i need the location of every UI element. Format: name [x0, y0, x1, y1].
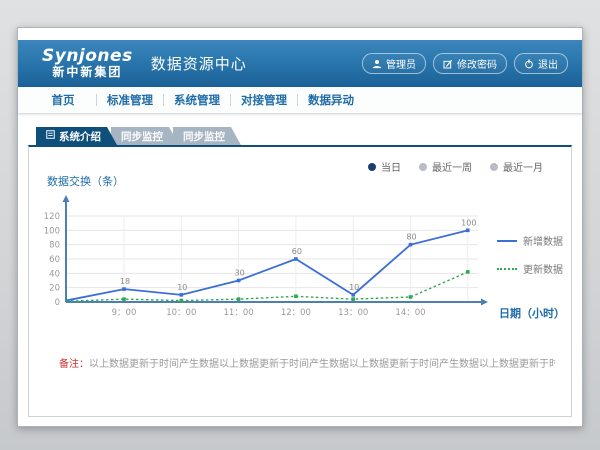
logout-button[interactable]: 退出 — [514, 53, 568, 74]
page-card: Synjones 新中新集团 数据资源中心 管理员 修改密码 退出 — [17, 27, 583, 427]
footnote-prefix: 备注： — [59, 359, 89, 370]
document-icon — [46, 130, 55, 142]
svg-text:10：00: 10：00 — [166, 308, 196, 318]
brand-logo: Synjones 新中新集团 — [42, 48, 133, 78]
user-label: 管理员 — [386, 56, 416, 71]
svg-text:11：00: 11：00 — [224, 308, 254, 318]
svg-text:10: 10 — [349, 283, 359, 292]
radio-unselected-icon — [419, 163, 427, 171]
tab-sync-monitor-1[interactable]: 同步监控 — [111, 127, 179, 145]
svg-text:100: 100 — [44, 226, 60, 236]
svg-text:0: 0 — [55, 298, 60, 308]
tab-label: 同步监控 — [121, 129, 163, 144]
nav-item-system-mgmt[interactable]: 系统管理 — [164, 92, 230, 108]
header-actions: 管理员 修改密码 退出 — [362, 53, 568, 74]
content-panel: 当日 最近一周 最近一月 数据交换（条） 0 20 40 60 80 100 120 9：00… — [28, 145, 572, 417]
svg-text:14：00: 14：00 — [395, 308, 425, 318]
tab-label: 系统介绍 — [59, 129, 101, 144]
dotted-line-swatch-icon — [497, 268, 517, 270]
solid-line-swatch-icon — [497, 240, 517, 242]
radio-today[interactable]: 当日 — [368, 159, 401, 174]
header-bar: Synjones 新中新集团 数据资源中心 管理员 修改密码 退出 — [18, 40, 582, 87]
svg-text:9：00: 9：00 — [112, 308, 137, 318]
brand-logo-chinese: 新中新集团 — [42, 66, 133, 79]
logout-label: 退出 — [538, 56, 558, 71]
nav-item-standard-mgmt[interactable]: 标准管理 — [97, 92, 163, 108]
edit-icon — [443, 59, 453, 69]
svg-text:40: 40 — [49, 269, 60, 279]
svg-text:13：00: 13：00 — [338, 308, 368, 318]
radio-label: 最近一周 — [432, 159, 472, 174]
line-chart: 0 20 40 60 80 100 120 9：00 10：00 11：00 12：00 13：00 1… — [41, 192, 491, 322]
radio-selected-icon — [368, 163, 376, 171]
x-axis-title: 日期（小时） — [499, 305, 565, 321]
legend-label: 新增数据 — [523, 233, 563, 248]
svg-text:18: 18 — [120, 277, 130, 286]
svg-text:30: 30 — [235, 269, 245, 278]
nav-item-docking-mgmt[interactable]: 对接管理 — [231, 92, 297, 108]
chart-legend: 新增数据 更新数据 — [497, 233, 563, 276]
radio-label: 当日 — [381, 159, 401, 174]
svg-text:80: 80 — [49, 241, 60, 251]
time-range-filter: 当日 最近一周 最近一月 — [368, 159, 543, 174]
tab-label: 同步监控 — [183, 129, 225, 144]
change-password-label: 修改密码 — [457, 56, 497, 71]
svg-text:10: 10 — [177, 283, 187, 292]
radio-unselected-icon — [490, 163, 498, 171]
legend-label: 更新数据 — [523, 261, 563, 276]
svg-text:60: 60 — [292, 247, 302, 256]
radio-last-week[interactable]: 最近一周 — [419, 159, 472, 174]
nav-item-home[interactable]: 首页 — [30, 92, 96, 108]
main-nav: 首页 标准管理 系统管理 对接管理 数据异动 — [18, 87, 582, 114]
change-password-button[interactable]: 修改密码 — [433, 53, 507, 74]
tab-sync-monitor-2[interactable]: 同步监控 — [173, 127, 241, 145]
page-title: 数据资源中心 — [151, 53, 247, 74]
footnote-text: 以上数据更新于时间产生数据以上数据更新于时间产生数据以上数据更新于时间产生数据以… — [89, 359, 555, 370]
nav-item-data-change[interactable]: 数据异动 — [298, 92, 364, 108]
brand-logo-latin: Synjones — [42, 48, 133, 66]
user-icon — [372, 59, 382, 69]
legend-item-new-data: 新增数据 — [497, 233, 563, 248]
svg-text:60: 60 — [49, 255, 60, 265]
radio-label: 最近一月 — [503, 159, 543, 174]
user-button[interactable]: 管理员 — [362, 53, 426, 74]
power-icon — [524, 59, 534, 69]
y-axis-title: 数据交换（条） — [47, 173, 124, 189]
svg-text:80: 80 — [406, 233, 416, 242]
svg-text:12：00: 12：00 — [281, 308, 311, 318]
svg-text:120: 120 — [44, 212, 60, 222]
svg-text:100: 100 — [461, 218, 476, 227]
footnote: 备注：以上数据更新于时间产生数据以上数据更新于时间产生数据以上数据更新于时间产生… — [59, 355, 555, 370]
tab-system-intro[interactable]: 系统介绍 — [36, 127, 117, 145]
svg-text:20: 20 — [49, 284, 60, 294]
tab-strip: 系统介绍 同步监控 同步监控 — [36, 127, 235, 145]
radio-last-month[interactable]: 最近一月 — [490, 159, 543, 174]
legend-item-updated-data: 更新数据 — [497, 261, 563, 276]
